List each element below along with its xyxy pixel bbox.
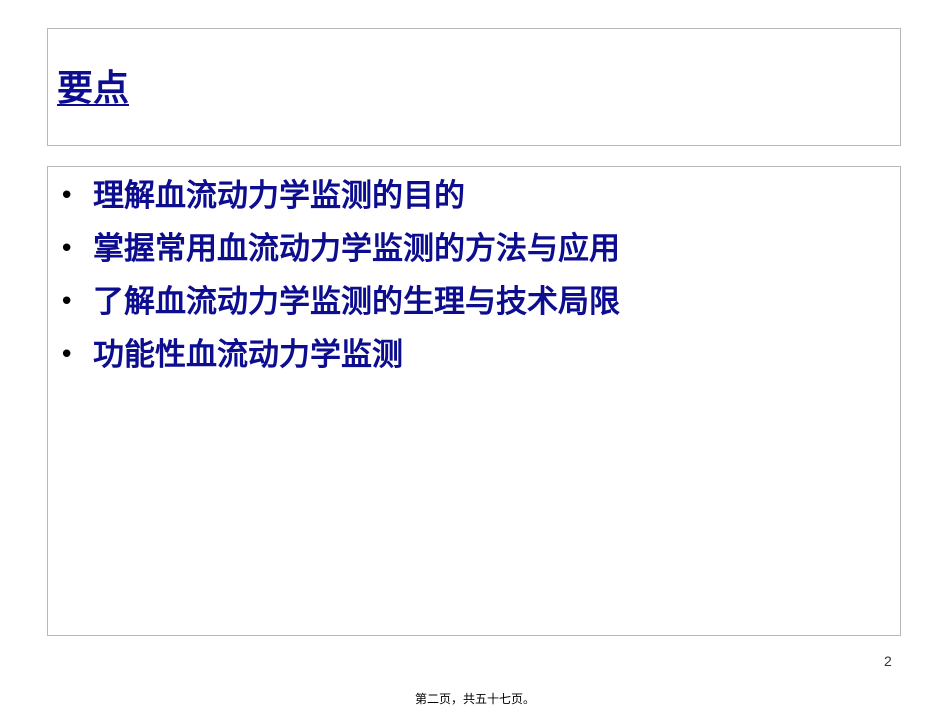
bullet-text: 掌握常用血流动力学监测的方法与应用 — [93, 231, 620, 267]
bullet-text: 功能性血流动力学监测 — [93, 337, 403, 373]
page-footer: 第二页，共五十七页。 — [414, 692, 535, 706]
content-placeholder: • 理解血流动力学监测的目的 • 掌握常用血流动力学监测的方法与应用 • 了解血… — [47, 166, 901, 636]
bullet-text: 理解血流动力学监测的目的 — [93, 178, 465, 214]
slide: 要点 • 理解血流动力学监测的目的 • 掌握常用血流动力学监测的方法与应用 • … — [0, 0, 950, 713]
page-number: 2 — [884, 653, 892, 669]
title-placeholder: 要点 — [47, 28, 901, 146]
bullet-icon: • — [59, 181, 75, 211]
bullet-icon: • — [59, 340, 75, 370]
slide-title: 要点 — [57, 68, 130, 109]
bullet-text: 了解血流动力学监测的生理与技术局限 — [93, 284, 620, 320]
bullet-icon: • — [59, 234, 75, 264]
bullet-icon: • — [59, 287, 75, 317]
